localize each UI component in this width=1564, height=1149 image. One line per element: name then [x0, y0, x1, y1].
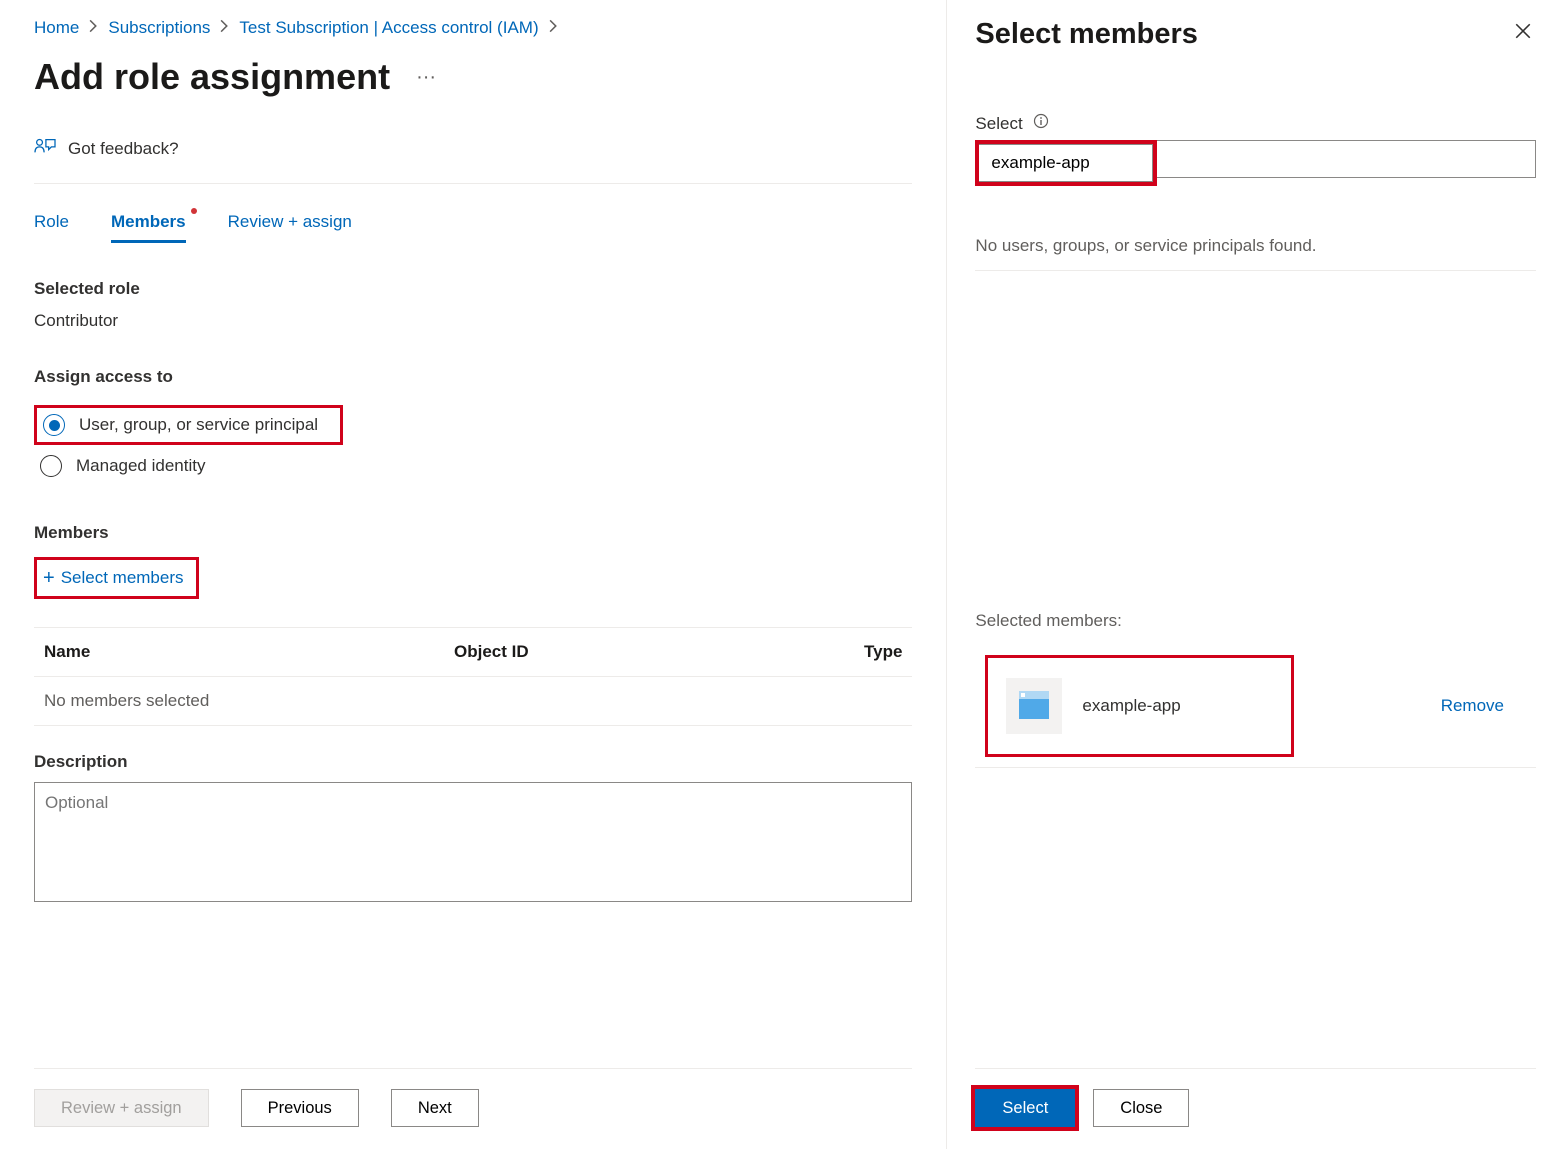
empty-members-text: No members selected [44, 691, 454, 711]
previous-button[interactable]: Previous [241, 1089, 359, 1127]
search-input-ext[interactable] [1157, 140, 1536, 178]
members-table: Name Object ID Type No members selected [34, 627, 912, 726]
select-members-link-label: Select members [61, 568, 184, 588]
selected-member-name: example-app [1082, 696, 1180, 716]
selected-role-label: Selected role [34, 279, 912, 299]
info-icon[interactable] [1033, 113, 1049, 134]
application-icon [1006, 678, 1062, 734]
panel-title: Select members [975, 18, 1197, 51]
select-label: Select [975, 114, 1022, 134]
tab-members[interactable]: Members [111, 212, 186, 243]
search-input[interactable] [979, 144, 1153, 182]
chevron-right-icon [89, 18, 98, 38]
radio-checked-icon [43, 414, 65, 436]
no-results-text: No users, groups, or service principals … [975, 236, 1536, 271]
page-title: Add role assignment [34, 56, 390, 98]
selected-members-label: Selected members: [975, 611, 1536, 631]
feedback-link[interactable]: Got feedback? [34, 136, 912, 184]
radio-user-label: User, group, or service principal [79, 415, 318, 435]
description-input[interactable] [34, 782, 912, 902]
review-assign-button: Review + assign [34, 1089, 209, 1127]
close-button[interactable]: Close [1093, 1089, 1189, 1127]
breadcrumb-subscriptions[interactable]: Subscriptions [108, 18, 210, 38]
breadcrumb-current[interactable]: Test Subscription | Access control (IAM) [239, 18, 538, 38]
table-row: No members selected [34, 677, 912, 726]
radio-managed-label: Managed identity [76, 456, 205, 476]
tab-role[interactable]: Role [34, 212, 69, 243]
indicator-dot-icon [191, 208, 197, 214]
tab-review[interactable]: Review + assign [228, 212, 352, 243]
chevron-right-icon [220, 18, 229, 38]
members-label: Members [34, 523, 912, 543]
tabs: Role Members Review + assign [34, 212, 912, 243]
feedback-label: Got feedback? [68, 139, 179, 159]
breadcrumb-home[interactable]: Home [34, 18, 79, 38]
selected-role-value: Contributor [34, 311, 912, 331]
radio-unchecked-icon [40, 455, 62, 477]
chevron-right-icon [549, 18, 558, 38]
next-button[interactable]: Next [391, 1089, 479, 1127]
radio-managed-identity[interactable]: Managed identity [34, 449, 912, 483]
assign-access-label: Assign access to [34, 367, 912, 387]
remove-member-link[interactable]: Remove [1441, 696, 1504, 716]
tab-members-label: Members [111, 212, 186, 231]
breadcrumb: Home Subscriptions Test Subscription | A… [34, 18, 912, 38]
feedback-icon [34, 136, 56, 161]
close-icon[interactable] [1510, 18, 1536, 49]
description-label: Description [34, 752, 912, 772]
select-button[interactable]: Select [975, 1089, 1075, 1127]
selected-member-row: example-app Remove [975, 645, 1536, 768]
col-header-type: Type [864, 642, 902, 662]
select-members-link[interactable]: + Select members [34, 557, 199, 599]
more-icon[interactable]: ··· [410, 62, 442, 93]
col-header-object-id: Object ID [454, 642, 864, 662]
col-header-name: Name [44, 642, 454, 662]
select-members-panel: Select members Select No users, groups, … [946, 0, 1564, 1149]
plus-icon: + [43, 568, 55, 588]
radio-user-group-sp[interactable]: User, group, or service principal [34, 405, 343, 445]
footer: Review + assign Previous Next [34, 1068, 912, 1149]
